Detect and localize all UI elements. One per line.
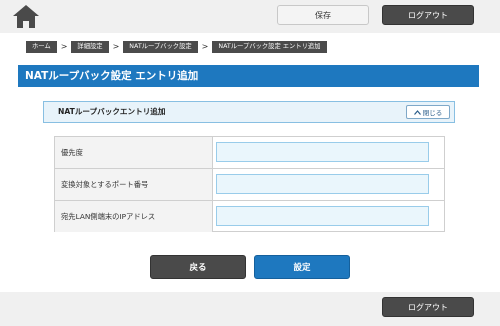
header-bar: 保存 ログアウト (0, 0, 500, 33)
page: 保存 ログアウト ホーム > 詳細設定 > NATループバック設定 > NATル… (0, 0, 500, 326)
footer-logout-button[interactable]: ログアウト (382, 297, 474, 317)
form-row-priority: 優先度 (55, 137, 444, 169)
set-button[interactable]: 設定 (254, 255, 350, 279)
page-title: NATループバック設定 エントリ追加 (18, 65, 479, 87)
back-button[interactable]: 戻る (150, 255, 246, 279)
logout-button[interactable]: ログアウト (382, 5, 474, 25)
collapse-label: 閉じる (422, 109, 443, 117)
home-button[interactable] (11, 3, 41, 29)
priority-label: 優先度 (55, 137, 213, 168)
breadcrumb: ホーム > 詳細設定 > NATループバック設定 > NATループバック設定 エ… (26, 41, 327, 53)
breadcrumb-item-home[interactable]: ホーム (26, 41, 57, 53)
priority-input[interactable] (216, 142, 429, 162)
footer-bar: ログアウト (0, 292, 500, 326)
breadcrumb-separator: > (60, 42, 68, 51)
breadcrumb-separator: > (201, 42, 209, 51)
form-row-ip: 宛先LAN側端末のIPアドレス (55, 201, 444, 233)
section-header: NATループバックエントリ追加 閉じる (43, 101, 455, 123)
breadcrumb-item-current: NATループバック設定 エントリ追加 (212, 41, 327, 53)
entry-form: 優先度 変換対象とするポート番号 宛先LAN側端末のIPアドレス (54, 136, 445, 232)
breadcrumb-separator: > (112, 42, 120, 51)
chevron-up-icon (413, 109, 421, 115)
save-button[interactable]: 保存 (277, 5, 369, 25)
port-label: 変換対象とするポート番号 (55, 169, 213, 200)
breadcrumb-item-advanced[interactable]: 詳細設定 (71, 41, 109, 53)
port-input[interactable] (216, 174, 429, 194)
section-title: NATループバックエントリ追加 (58, 107, 166, 116)
breadcrumb-item-nat-loopback[interactable]: NATループバック設定 (123, 41, 198, 53)
collapse-button[interactable]: 閉じる (406, 105, 450, 119)
home-icon (13, 5, 39, 28)
form-row-port: 変換対象とするポート番号 (55, 169, 444, 201)
ip-address-label: 宛先LAN側端末のIPアドレス (55, 201, 213, 232)
ip-address-input[interactable] (216, 206, 429, 226)
